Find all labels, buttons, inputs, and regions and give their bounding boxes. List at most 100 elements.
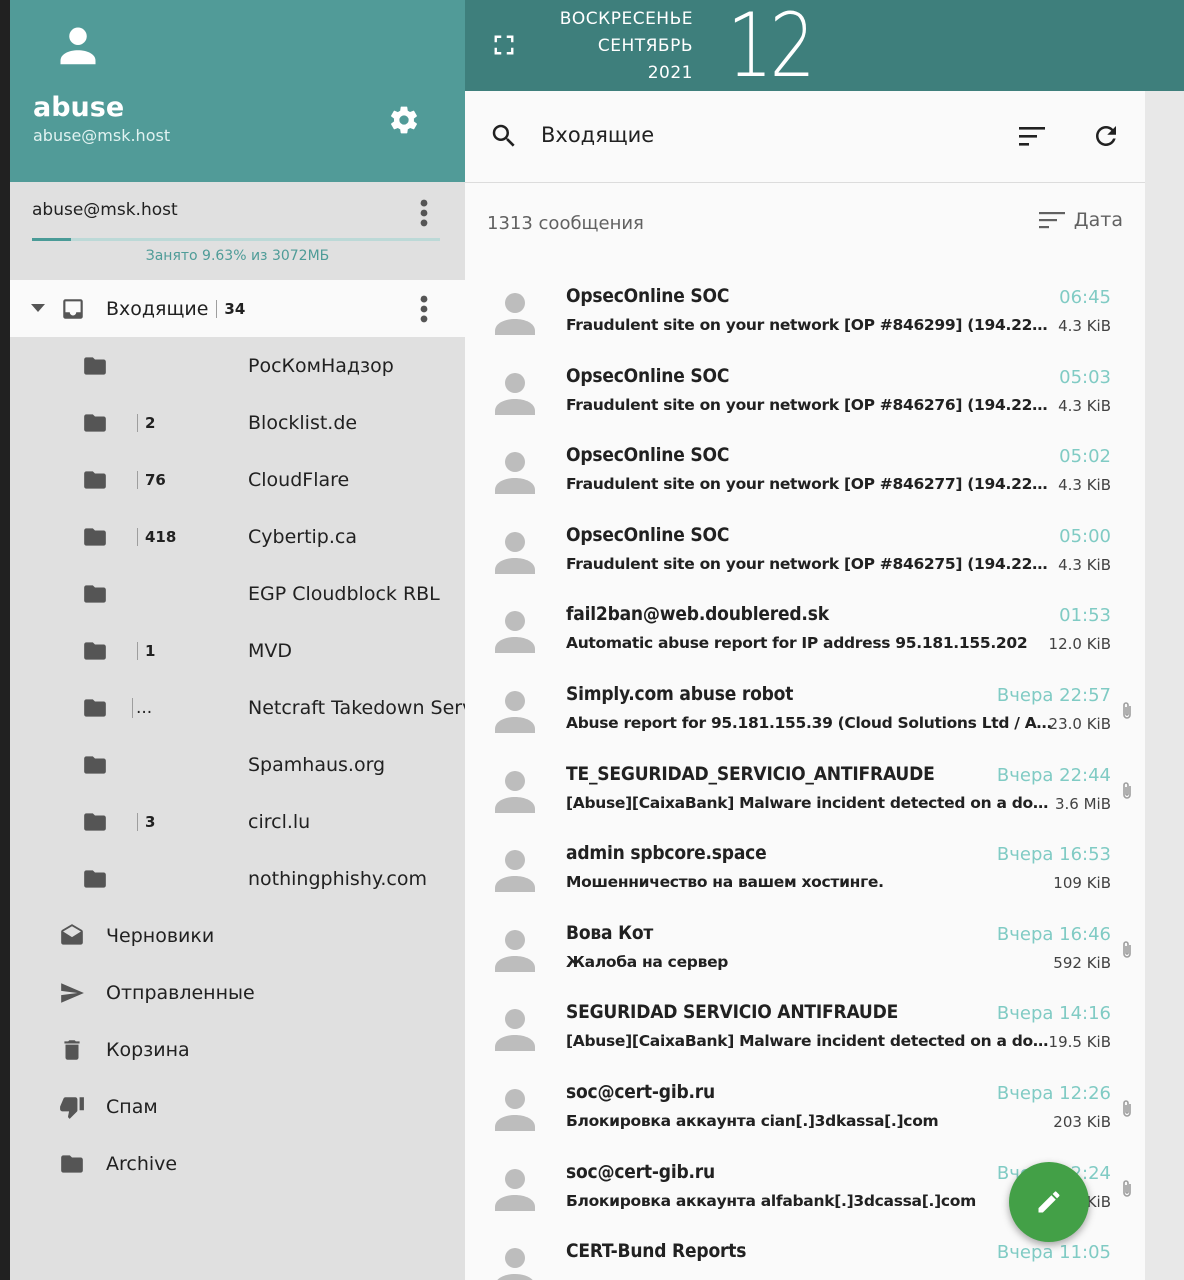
folder-label: nothingphishy.com xyxy=(248,867,428,890)
person-icon xyxy=(495,1168,535,1211)
day-number: 12 xyxy=(727,0,816,97)
message-time: Вчера 12:26 xyxy=(996,1082,1111,1104)
date-header: ВОСКРЕСЕНЬЕ СЕНТЯБРЬ 2021 12 xyxy=(465,0,1184,97)
message-row[interactable]: OpsecOnline SOC 06:45 Fraudulent site on y… xyxy=(465,263,1145,343)
message-size: 4.3 KiB xyxy=(1058,476,1111,495)
quota-bar xyxy=(32,238,440,241)
message-subject: Блокировка аккаунта alfabank[.]3dcassa[.… xyxy=(566,1191,976,1210)
message-panel: Входящие 1313 сообщения Дата OpsecOnline… xyxy=(465,91,1145,1280)
folder-label: Archive xyxy=(106,1152,178,1175)
search-icon[interactable] xyxy=(489,121,519,151)
message-sender: admin spbcore.space xyxy=(566,842,767,865)
more-vert-icon[interactable] xyxy=(414,292,434,326)
folder-icon xyxy=(84,869,106,888)
folder-label: Отправленные xyxy=(106,981,255,1004)
fullscreen-icon[interactable] xyxy=(493,34,515,56)
gear-icon[interactable] xyxy=(388,104,420,136)
folder-item[interactable]: Cybertip.ca 418 xyxy=(10,508,465,565)
folder-item[interactable]: Netcraft Takedown Service... xyxy=(10,679,465,736)
folder-archive[interactable]: Archive xyxy=(10,1135,465,1192)
sort-icon xyxy=(1038,212,1065,229)
message-sender: Вова Кот xyxy=(566,921,654,944)
more-vert-icon[interactable] xyxy=(414,196,434,230)
paperclip-icon xyxy=(1123,940,1131,958)
caret-down-icon[interactable] xyxy=(30,302,46,314)
folder-label: Корзина xyxy=(106,1038,190,1061)
folder-inbox[interactable]: Входящие 34 xyxy=(10,280,465,337)
folder-item[interactable]: Blocklist.de 2 xyxy=(10,394,465,451)
message-subject: Automatic abuse report for IP address 95… xyxy=(566,634,1028,653)
message-time: 05:03 xyxy=(1059,366,1111,388)
folder-label: Blocklist.de xyxy=(248,411,358,434)
folder-label: Spamhaus.org xyxy=(248,753,386,776)
folder-icon xyxy=(84,641,106,660)
message-row[interactable]: Вова Кот Вчера 16:46 Жалоба на сервер 592 K… xyxy=(465,900,1145,980)
compose-button[interactable] xyxy=(1009,1162,1089,1242)
message-row[interactable]: OpsecOnline SOC 05:02 Fraudulent site on y… xyxy=(465,422,1145,502)
message-subject: Fraudulent site on your network [OP #846… xyxy=(566,554,1053,573)
folder-trash[interactable]: Корзина xyxy=(10,1021,465,1078)
folder-item[interactable]: РосКомНадзор xyxy=(10,337,465,394)
month: СЕНТЯБРЬ xyxy=(597,36,693,56)
send-icon xyxy=(61,982,84,1003)
message-row[interactable]: OpsecOnline SOC 05:00 Fraudulent site on y… xyxy=(465,502,1145,582)
message-sender: OpsecOnline SOC xyxy=(566,523,730,546)
message-subject: Fraudulent site on your network [OP #846… xyxy=(566,395,1053,414)
message-row[interactable]: SEGURIDAD SERVICIO ANTIFRAUDE Вчера 14:16… xyxy=(465,979,1145,1059)
message-sender: TE_SEGURIDAD_SERVICIO_ANTIFRAUDE xyxy=(566,762,935,785)
message-subject: [Abuse][CaixaBank] Malware incident dete… xyxy=(566,793,1053,812)
folder-spam[interactable]: Спам xyxy=(10,1078,465,1135)
unread-count: 1 xyxy=(137,641,155,660)
message-time: Вчера 22:44 xyxy=(996,764,1111,786)
person-icon xyxy=(497,1248,533,1280)
message-row[interactable]: fail2ban@web.doublered.sk 01:53 Automatic … xyxy=(465,581,1145,661)
message-row[interactable]: Simply.com abuse robot Вчера 22:57 Abuse r… xyxy=(465,661,1145,741)
message-subject: Мошенничество на вашем хостинге. xyxy=(566,873,884,892)
message-row[interactable]: TE_SEGURIDAD_SERVICIO_ANTIFRAUDE Вчера 22… xyxy=(465,741,1145,821)
message-row[interactable]: soc@cert-gib.ru Вчера 12:26 Блокировка акк… xyxy=(465,1059,1145,1139)
profile-email: abuse@msk.host xyxy=(33,126,171,145)
message-row[interactable]: OpsecOnline SOC 05:03 Fraudulent site on y… xyxy=(465,343,1145,423)
message-sender: CERT-Bund Reports xyxy=(566,1240,747,1263)
person-icon xyxy=(495,1088,535,1131)
sort-icon[interactable] xyxy=(1017,124,1047,148)
thumb-down-icon xyxy=(60,1096,84,1119)
person-icon xyxy=(495,929,535,972)
quota-bar-fill xyxy=(32,238,72,241)
message-row[interactable]: admin spbcore.space Вчера 16:53 Мошенничес… xyxy=(465,820,1145,900)
folder-item[interactable]: EGP Cloudblock RBL xyxy=(10,565,465,622)
folder-item[interactable]: circl.lu 3 xyxy=(10,793,465,850)
message-count: 1313 сообщения xyxy=(487,213,644,234)
message-sender: soc@cert-gib.ru xyxy=(566,1080,716,1103)
message-size: 3.6 MiB xyxy=(1054,794,1111,813)
folder-sent[interactable]: Отправленные xyxy=(10,964,465,1021)
message-size: 4.3 KiB xyxy=(1058,317,1111,335)
paperclip-icon xyxy=(1123,702,1131,719)
right-margin xyxy=(1145,91,1184,1280)
message-subject: Abuse report for 95.181.155.39 (Cloud So… xyxy=(566,713,1053,732)
refresh-icon[interactable] xyxy=(1091,121,1121,151)
folder-label: circl.lu xyxy=(248,810,311,833)
folder-item[interactable]: CloudFlare 76 xyxy=(10,451,465,508)
message-sender: soc@cert-gib.ru xyxy=(566,1160,716,1183)
folder-item[interactable]: MVD 1 xyxy=(10,622,465,679)
folder-drafts[interactable]: Черновики xyxy=(10,907,465,964)
account-row: abuse@msk.host Занято 9.63% из 3072МБ xyxy=(10,182,465,280)
sort-by-date-button[interactable]: Дата xyxy=(1038,209,1123,231)
message-sender: OpsecOnline SOC xyxy=(566,444,730,467)
folder-icon xyxy=(84,755,106,774)
message-time: 05:00 xyxy=(1059,525,1111,547)
message-time: Вчера 22:57 xyxy=(996,684,1111,706)
message-sender: SEGURIDAD SERVICIO ANTIFRAUDE xyxy=(566,1001,899,1024)
unread-count: 2 xyxy=(137,413,155,432)
person-icon xyxy=(495,611,535,654)
folder-item[interactable]: Spamhaus.org xyxy=(10,736,465,793)
folder-icon xyxy=(84,698,106,717)
folder-label: CloudFlare xyxy=(248,468,350,491)
folder-label: Черновики xyxy=(106,924,215,947)
folder-label: Cybertip.ca xyxy=(248,525,357,548)
person-icon xyxy=(495,690,535,733)
message-list: OpsecOnline SOC 06:45 Fraudulent site on y… xyxy=(465,263,1145,1280)
folder-item[interactable]: nothingphishy.com xyxy=(10,850,465,907)
person-icon xyxy=(60,27,96,65)
